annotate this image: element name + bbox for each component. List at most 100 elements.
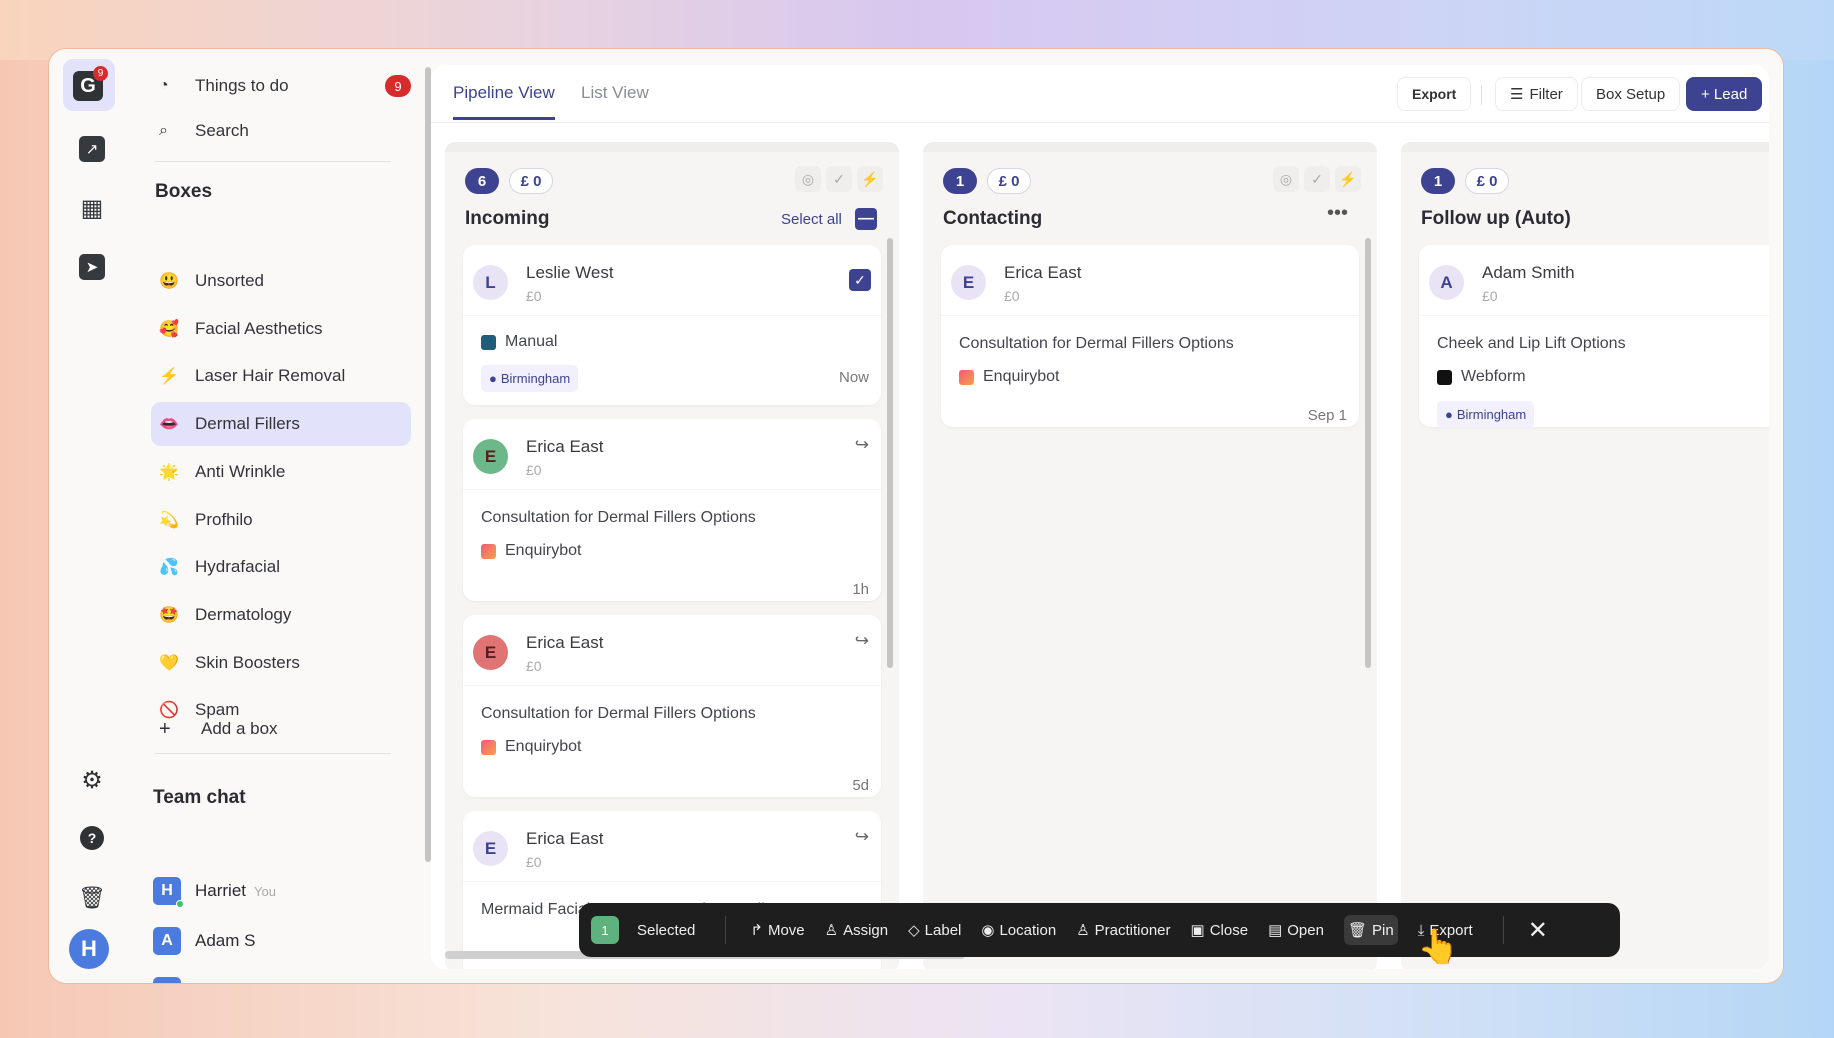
lead-value: £0 bbox=[1482, 288, 1498, 304]
lead-avatar: L bbox=[473, 265, 508, 300]
lead-card[interactable]: E Erica East £0 ↪ Consultation for Dermal … bbox=[463, 615, 881, 797]
box-label: Hydrafacial bbox=[195, 557, 281, 577]
lead-value: £0 bbox=[526, 658, 542, 674]
action-pin-button[interactable]: 🗑 Pin bbox=[1343, 915, 1398, 945]
boxes-heading: Boxes bbox=[155, 181, 213, 202]
box-emoji-icon: 💦 bbox=[159, 559, 179, 577]
search-item[interactable]: ⌕ Search bbox=[151, 109, 411, 153]
close-bar-button[interactable]: ✕ bbox=[1528, 916, 1548, 945]
sidebar-item-box[interactable]: 💫 Profhilo bbox=[151, 498, 411, 542]
lead-time: 5d bbox=[852, 777, 869, 794]
chart-icon[interactable]: ↗ bbox=[77, 134, 107, 164]
tab-list-view[interactable]: List View bbox=[581, 83, 649, 117]
lead-name: Erica East bbox=[1004, 263, 1082, 282]
lead-card[interactable]: L Leslie West £0 ✓ Manual ● Birmingham Now bbox=[463, 245, 881, 405]
logo-button[interactable]: G 9 bbox=[63, 59, 115, 111]
pipeline-column: 1 £ 0 Follow up (Auto) A Adam Smith £0 Chee… bbox=[1401, 142, 1769, 969]
source-icon bbox=[1437, 369, 1452, 385]
sidebar-item-box[interactable]: 💛 Skin Boosters bbox=[151, 641, 411, 685]
lead-name: Erica East bbox=[526, 633, 604, 652]
check-circle-icon[interactable]: ✓ bbox=[826, 166, 852, 192]
lead-avatar: E bbox=[951, 265, 986, 300]
action-open-button[interactable]: ▤ Open bbox=[1268, 915, 1324, 945]
column-scrollbar[interactable] bbox=[887, 238, 893, 668]
team-member[interactable]: H Harriet You bbox=[153, 877, 276, 908]
user-avatar[interactable]: H bbox=[69, 929, 109, 969]
lead-name: Leslie West bbox=[526, 263, 614, 282]
box-label: Skin Boosters bbox=[195, 652, 300, 672]
box-label: Unsorted bbox=[195, 271, 264, 290]
share-icon[interactable]: ↪ bbox=[855, 435, 869, 455]
sidebar-item-box[interactable]: 🥰 Facial Aesthetics bbox=[151, 307, 411, 351]
selected-label: Selected bbox=[637, 921, 696, 939]
share-icon[interactable]: ↪ bbox=[855, 827, 869, 847]
filter-button[interactable]: ☰ Filter bbox=[1495, 77, 1578, 111]
divider bbox=[1481, 85, 1482, 105]
team-member[interactable]: J Jayati B bbox=[153, 977, 255, 983]
member-name: Harriet bbox=[195, 881, 247, 900]
app-window: G 9 ↗ ▦ ➤ ⚙ ? 🗑 H ◔ Things to do 9 ⌕ Searc… bbox=[48, 48, 1784, 984]
target-icon[interactable]: ◎ bbox=[795, 166, 821, 192]
check-circle-icon[interactable]: ✓ bbox=[1304, 166, 1330, 192]
action-location-button[interactable]: ◉ Location bbox=[981, 915, 1056, 945]
box-setup-button[interactable]: Box Setup bbox=[1581, 77, 1681, 111]
source-icon bbox=[481, 739, 496, 755]
help-icon[interactable]: ? bbox=[77, 823, 107, 853]
lead-card[interactable]: A Adam Smith £0 Cheek and Lip Lift Option… bbox=[1419, 245, 1769, 428]
lead-source: Enquirybot bbox=[959, 368, 1060, 386]
box-emoji-icon: 🤩 bbox=[159, 606, 179, 624]
add-box-button[interactable]: + Add a box bbox=[151, 707, 411, 751]
lead-value: £0 bbox=[526, 854, 542, 870]
things-to-do[interactable]: ◔ Things to do 9 bbox=[151, 64, 411, 108]
sidebar-item-box[interactable]: 🤩 Dermatology bbox=[151, 593, 411, 637]
lead-time: Now bbox=[838, 369, 869, 386]
lead-value: £0 bbox=[526, 462, 542, 478]
lead-avatar: E bbox=[473, 831, 508, 866]
tab-pipeline-view[interactable]: Pipeline View bbox=[453, 83, 555, 120]
action-assign-button[interactable]: ♙ Assign bbox=[825, 915, 888, 945]
action-close-button[interactable]: ▣ Close bbox=[1191, 915, 1249, 945]
icon-rail: G 9 ↗ ▦ ➤ ⚙ ? 🗑 H bbox=[49, 49, 137, 983]
sidebar-item-box[interactable]: 💦 Hydrafacial bbox=[151, 545, 411, 589]
source-icon bbox=[481, 543, 496, 559]
location-tag[interactable]: ● Birmingham bbox=[1437, 401, 1535, 428]
lead-value: £0 bbox=[526, 288, 542, 304]
lightning-icon[interactable]: ⚡ bbox=[857, 166, 883, 192]
gear-icon[interactable]: ⚙ bbox=[77, 765, 107, 795]
share-icon[interactable]: ↪ bbox=[855, 631, 869, 651]
add-lead-button[interactable]: + Lead bbox=[1686, 77, 1763, 111]
sidebar-item-box[interactable]: 😃 Unsorted bbox=[151, 259, 411, 303]
lightning-icon[interactable]: ⚡ bbox=[1335, 166, 1361, 192]
action-label-button[interactable]: ◇ Label bbox=[908, 915, 961, 945]
lead-name: Erica East bbox=[526, 829, 604, 848]
select-all-button[interactable]: Select all bbox=[781, 211, 842, 228]
more-options-icon[interactable]: ••• bbox=[1327, 202, 1348, 225]
sidebar-item-box[interactable]: 👄 Dermal Fillers bbox=[151, 402, 411, 447]
target-icon[interactable]: ◎ bbox=[1273, 166, 1299, 192]
lead-checkbox-checked[interactable]: ✓ bbox=[849, 269, 871, 291]
column-scrollbar[interactable] bbox=[1365, 238, 1371, 668]
lead-time: 1h bbox=[852, 581, 869, 598]
lead-subject: Cheek and Lip Lift Options bbox=[1437, 335, 1626, 352]
member-avatar: J bbox=[153, 977, 181, 983]
you-tag: You bbox=[254, 883, 276, 899]
logo-badge: 9 bbox=[93, 66, 108, 81]
selected-count: 1 bbox=[591, 916, 619, 944]
lead-source: Enquirybot bbox=[481, 542, 582, 560]
trash-icon[interactable]: 🗑 bbox=[77, 883, 107, 913]
location-tag[interactable]: ● Birmingham bbox=[481, 365, 579, 392]
select-all-checkbox[interactable]: — bbox=[855, 208, 877, 230]
action-move-button[interactable]: ↱ Move bbox=[750, 915, 804, 945]
sidebar-item-box[interactable]: 🌟 Anti Wrinkle bbox=[151, 450, 411, 494]
action-practitioner-button[interactable]: ♙ Practitioner bbox=[1076, 915, 1170, 945]
lead-card[interactable]: E Erica East £0 ↪ Consultation for Dermal … bbox=[463, 419, 881, 601]
team-member[interactable]: A Adam S bbox=[153, 927, 255, 955]
box-label: Dermal Fillers bbox=[195, 414, 300, 434]
lead-card[interactable]: E Erica East £0 Consultation for Dermal F… bbox=[941, 245, 1359, 427]
column-title: Contacting bbox=[943, 208, 1043, 229]
export-button[interactable]: Export bbox=[1397, 77, 1472, 111]
sidebar-item-box[interactable]: ⚡ Laser Hair Removal bbox=[151, 354, 411, 398]
send-icon[interactable]: ➤ bbox=[77, 252, 107, 282]
lead-value: £0 bbox=[1004, 288, 1020, 304]
add-widget-icon[interactable]: ▦ bbox=[77, 193, 107, 223]
